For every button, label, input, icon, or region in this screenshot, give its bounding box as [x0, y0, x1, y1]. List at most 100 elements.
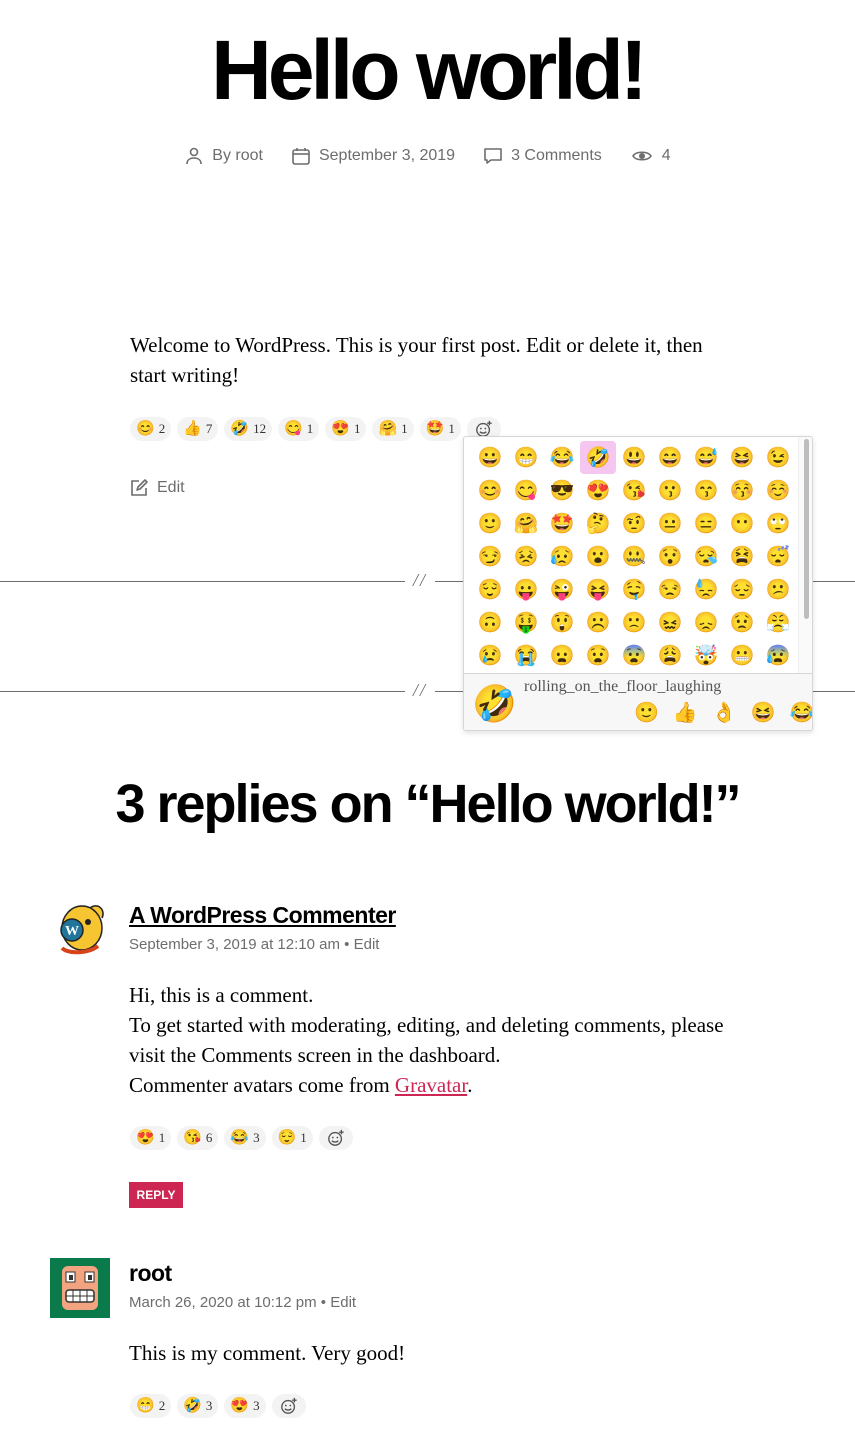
add-reaction-button[interactable] [318, 1126, 353, 1150]
emoji-option[interactable]: 🙁 [616, 606, 652, 639]
emoji-option[interactable]: 🤗 [508, 507, 544, 540]
emoji-option[interactable]: 🙂 [472, 507, 508, 540]
quick-emoji-option[interactable]: 😂 [790, 700, 812, 725]
quick-emoji-option[interactable]: 😆 [751, 700, 776, 725]
emoji-option[interactable]: 😦 [544, 639, 580, 672]
pixel-face-avatar[interactable] [50, 1258, 110, 1318]
emoji-option[interactable]: 😀 [472, 441, 508, 474]
emoji-option[interactable]: 😐 [652, 507, 688, 540]
emoji-option[interactable]: 😌 [472, 573, 508, 606]
emoji-option[interactable]: 😗 [652, 474, 688, 507]
emoji-option[interactable]: 😕 [760, 573, 796, 606]
reaction-pill[interactable]: 😊 2 [130, 417, 172, 441]
comment-text: Hi, this is a comment. To get started wi… [129, 980, 729, 1100]
emoji-option[interactable]: 🤣 [580, 441, 616, 474]
reaction-pill[interactable]: 😋 1 [278, 417, 320, 441]
reaction-pill[interactable]: 😂 3 [224, 1126, 266, 1150]
emoji-option[interactable]: 🤐 [616, 540, 652, 573]
emoji-option[interactable]: 🤑 [508, 606, 544, 639]
emoji-option[interactable]: 😣 [508, 540, 544, 573]
emoji-option[interactable]: 😥 [544, 540, 580, 573]
emoji-option[interactable]: 😒 [652, 573, 688, 606]
emoji-option[interactable]: 😑 [688, 507, 724, 540]
emoji-picker-scrollbar[interactable] [798, 437, 812, 673]
emoji-option[interactable]: ☹️ [580, 606, 616, 639]
emoji-option[interactable]: ☺️ [760, 474, 796, 507]
emoji-option[interactable]: 🤯 [688, 639, 724, 672]
scrollbar-thumb[interactable] [804, 439, 809, 619]
emoji-option[interactable]: 🤩 [544, 507, 580, 540]
reaction-pill[interactable]: 😍 1 [130, 1126, 172, 1150]
emoji-option[interactable]: 😢 [472, 639, 508, 672]
add-reaction-button[interactable] [271, 1394, 306, 1418]
emoji-option[interactable]: 😛 [508, 573, 544, 606]
emoji-option[interactable]: 😚 [724, 474, 760, 507]
emoji-option[interactable]: 🙃 [472, 606, 508, 639]
gravatar-link[interactable]: Gravatar [395, 1073, 467, 1097]
reaction-pill[interactable]: 😁 2 [130, 1394, 172, 1418]
reaction-pill[interactable]: 🤗 1 [372, 417, 414, 441]
emoji-option[interactable]: 😓 [688, 573, 724, 606]
emoji-option[interactable]: 😜 [544, 573, 580, 606]
emoji-option[interactable]: 😩 [652, 639, 688, 672]
emoji-option[interactable]: 😰 [760, 639, 796, 672]
emoji-option[interactable]: 😶 [724, 507, 760, 540]
emoji-option[interactable]: 😧 [580, 639, 616, 672]
emoji-option[interactable]: 😤 [760, 606, 796, 639]
reaction-pill[interactable]: 😘 6 [177, 1126, 219, 1150]
emoji-option[interactable]: 🙄 [760, 507, 796, 540]
comment-edit-link[interactable]: Edit [330, 1294, 356, 1311]
emoji-option[interactable]: 😆 [724, 441, 760, 474]
emoji-option[interactable]: 🤤 [616, 573, 652, 606]
emoji-option[interactable]: 🤔 [580, 507, 616, 540]
emoji-option[interactable]: 😔 [724, 573, 760, 606]
emoji-option[interactable]: 😉 [760, 441, 796, 474]
edit-post-link[interactable]: Edit [129, 478, 185, 498]
emoji-option[interactable]: 😴 [760, 540, 796, 573]
emoji-option[interactable]: 😘 [616, 474, 652, 507]
quick-emoji-option[interactable]: 🙂 [634, 700, 659, 725]
emoji-option[interactable]: 😪 [688, 540, 724, 573]
emoji-option[interactable]: 🤨 [616, 507, 652, 540]
emoji-option[interactable]: 😋 [508, 474, 544, 507]
reaction-pill[interactable]: 🤩 1 [419, 417, 461, 441]
emoji-option[interactable]: 😬 [724, 639, 760, 672]
emoji-option[interactable]: 😎 [544, 474, 580, 507]
quick-emoji-option[interactable]: 👌 [712, 700, 737, 725]
post-author[interactable]: By root [184, 146, 263, 166]
emoji-option[interactable]: 😲 [544, 606, 580, 639]
emoji-option[interactable]: 😭 [508, 639, 544, 672]
emoji-option[interactable]: 😃 [616, 441, 652, 474]
reaction-pill[interactable]: 😌 1 [271, 1126, 313, 1150]
post-date[interactable]: September 3, 2019 [291, 146, 455, 166]
reaction-pill[interactable]: 🤣 12 [224, 417, 273, 441]
emoji-option[interactable]: 😫 [724, 540, 760, 573]
reaction-pill[interactable]: 😍 1 [325, 417, 367, 441]
quick-emoji-option[interactable]: 👍 [673, 700, 698, 725]
emoji-option[interactable]: 😊 [472, 474, 508, 507]
reaction-pill[interactable]: 👍 7 [177, 417, 219, 441]
reply-button[interactable]: REPLY [129, 1182, 183, 1208]
emoji-option[interactable]: 😞 [688, 606, 724, 639]
emoji-option[interactable]: 😯 [652, 540, 688, 573]
emoji-option[interactable]: 😄 [652, 441, 688, 474]
reaction-pill[interactable]: 🤣 3 [177, 1394, 219, 1418]
emoji-option[interactable]: 😙 [688, 474, 724, 507]
emoji-option[interactable]: 😏 [472, 540, 508, 573]
wapuu-avatar[interactable]: W [50, 900, 110, 960]
emoji-option[interactable]: 😖 [652, 606, 688, 639]
emoji-option[interactable]: 😟 [724, 606, 760, 639]
comment-author[interactable]: A WordPress Commenter [129, 902, 396, 929]
reaction-pill[interactable]: 😍 3 [224, 1394, 266, 1418]
comment-edit-link[interactable]: Edit [354, 936, 380, 953]
emoji-option[interactable]: 😮 [580, 540, 616, 573]
emoji-option[interactable]: 😅 [688, 441, 724, 474]
emoji-option[interactable]: 😝 [580, 573, 616, 606]
emoji-option[interactable]: 😨 [616, 639, 652, 672]
comment-date[interactable]: March 26, 2020 at 10:12 pm [129, 1294, 317, 1311]
comment-date[interactable]: September 3, 2019 at 12:10 am [129, 936, 340, 953]
emoji-option[interactable]: 😍 [580, 474, 616, 507]
post-comments-link[interactable]: 3 Comments [483, 146, 602, 166]
emoji-option[interactable]: 😂 [544, 441, 580, 474]
emoji-option[interactable]: 😁 [508, 441, 544, 474]
